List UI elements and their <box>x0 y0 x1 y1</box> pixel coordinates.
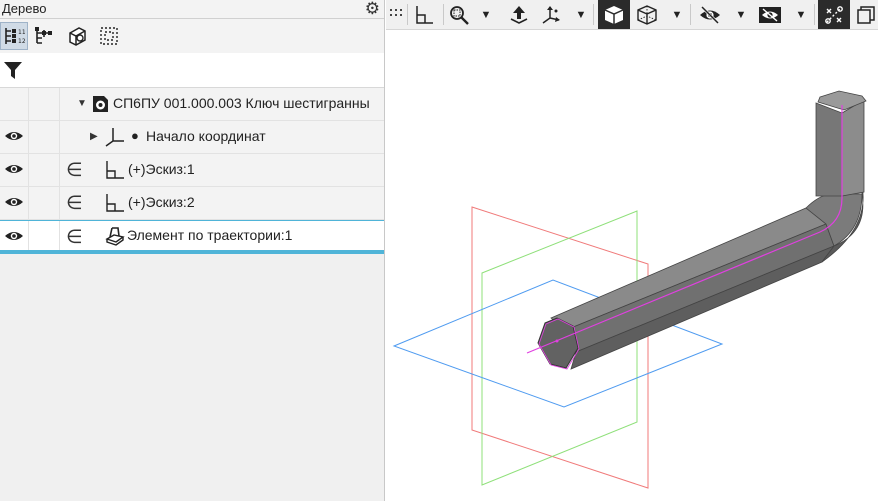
eye-icon[interactable] <box>4 129 24 143</box>
tree: ▼ СП6ПУ 001.000.003 Ключ шестигранны ▶ ●… <box>0 88 384 254</box>
snap-button[interactable] <box>818 0 850 29</box>
member-icon: ∈ <box>66 226 83 248</box>
tree-item-sketch-2[interactable]: ∈ (+)Эскиз:2 <box>0 187 384 220</box>
hide-button[interactable] <box>696 0 724 29</box>
tree-panel: Дерево ⚙ 11 12 ▼ СП6ПУ 001.000.003 Ключ … <box>0 0 385 501</box>
part-view-button[interactable] <box>63 22 91 50</box>
axes-icon <box>542 5 560 24</box>
tree-item-sketch-1[interactable]: ∈ (+)Эскиз:1 <box>0 154 384 187</box>
shaded-cube-icon <box>604 5 624 24</box>
filter-row: ⚲ <box>0 53 384 88</box>
tree-item-label: Элемент по траектории:1 <box>127 227 293 243</box>
collapse-icon[interactable]: ▼ <box>77 98 87 109</box>
tree-structure-icon: 11 12 <box>5 28 25 45</box>
chevron-down-icon: ▼ <box>671 8 683 21</box>
tree-item-label: СП6ПУ 001.000.003 Ключ шестигранны <box>113 95 370 111</box>
display-dropdown[interactable]: ▼ <box>670 0 684 29</box>
eye-icon[interactable] <box>4 229 24 243</box>
svg-text:12: 12 <box>18 38 25 45</box>
visibility-icon <box>759 6 781 23</box>
move-button[interactable] <box>506 0 532 29</box>
tree-item-label: (+)Эскиз:2 <box>128 194 195 210</box>
eye-icon[interactable] <box>4 195 24 209</box>
axes-button[interactable] <box>538 0 564 29</box>
panel-title: Дерево <box>2 1 47 16</box>
zoom-dropdown[interactable]: ▼ <box>479 0 493 29</box>
view-toolbar: ▼ ▼ ▼ ▼ ▼ <box>386 0 878 30</box>
move-icon <box>510 5 528 24</box>
tree-item-label: Начало координат <box>146 128 266 144</box>
hide-dropdown[interactable]: ▼ <box>734 0 748 29</box>
more-button[interactable] <box>853 0 878 29</box>
chevron-down-icon: ▼ <box>480 8 492 21</box>
origin-point <box>555 339 559 343</box>
svg-text:11: 11 <box>18 29 25 36</box>
orient-icon <box>416 5 433 24</box>
more-icon <box>857 5 875 24</box>
axes-dropdown[interactable]: ▼ <box>574 0 588 29</box>
orient-button[interactable] <box>411 0 437 29</box>
axes-icon <box>105 128 124 147</box>
sweep-icon <box>105 227 125 246</box>
sketch-icon <box>106 161 124 179</box>
tree-hierarchy-icon <box>35 27 52 44</box>
key-leg-side <box>841 99 865 197</box>
tree-item-sweep[interactable]: ∈ Элемент по траектории:1 <box>0 220 384 254</box>
grip-icon[interactable] <box>388 0 404 29</box>
tree-item-label: (+)Эскиз:1 <box>128 161 195 177</box>
frame-select-button[interactable] <box>95 22 123 50</box>
member-icon: ∈ <box>66 192 83 214</box>
gear-icon[interactable]: ⚙ <box>365 0 380 19</box>
zoom-icon <box>450 5 469 25</box>
expand-icon[interactable]: ▶ <box>90 131 98 142</box>
filter-icon[interactable] <box>2 58 24 82</box>
viewport[interactable]: ▼ ▼ ▼ ▼ ▼ <box>386 0 878 501</box>
point-icon: ● <box>131 128 139 143</box>
search-input[interactable] <box>32 57 377 83</box>
wireframe-button[interactable] <box>634 0 660 29</box>
tree-structure-button[interactable]: 11 12 <box>0 22 28 50</box>
visibility-dropdown[interactable]: ▼ <box>794 0 808 29</box>
chevron-down-icon: ▼ <box>795 8 807 21</box>
visibility-button[interactable] <box>756 0 784 29</box>
tree-item-origin[interactable]: ▶ ● Начало координат <box>0 121 384 154</box>
sketch-icon <box>106 194 124 212</box>
wire-cube-icon <box>637 4 657 25</box>
chevron-down-icon: ▼ <box>735 8 747 21</box>
snap-icon <box>825 5 843 24</box>
member-icon: ∈ <box>66 159 83 181</box>
shaded-button[interactable] <box>598 0 630 29</box>
frame-select-icon <box>100 27 118 45</box>
key-leg-front <box>815 102 843 197</box>
model-scene[interactable] <box>386 29 878 501</box>
part-icon <box>93 96 108 112</box>
eye-icon[interactable] <box>4 162 24 176</box>
zoom-button[interactable] <box>446 0 472 29</box>
tree-toolbar: 11 12 <box>0 19 384 54</box>
chevron-down-icon: ▼ <box>575 8 587 21</box>
panel-header: Дерево ⚙ <box>0 0 384 19</box>
hide-icon <box>700 5 720 24</box>
tree-hierarchy-button[interactable] <box>29 22 57 50</box>
tree-item-root[interactable]: ▼ СП6ПУ 001.000.003 Ключ шестигранны <box>0 88 384 121</box>
part-view-icon <box>69 27 86 46</box>
